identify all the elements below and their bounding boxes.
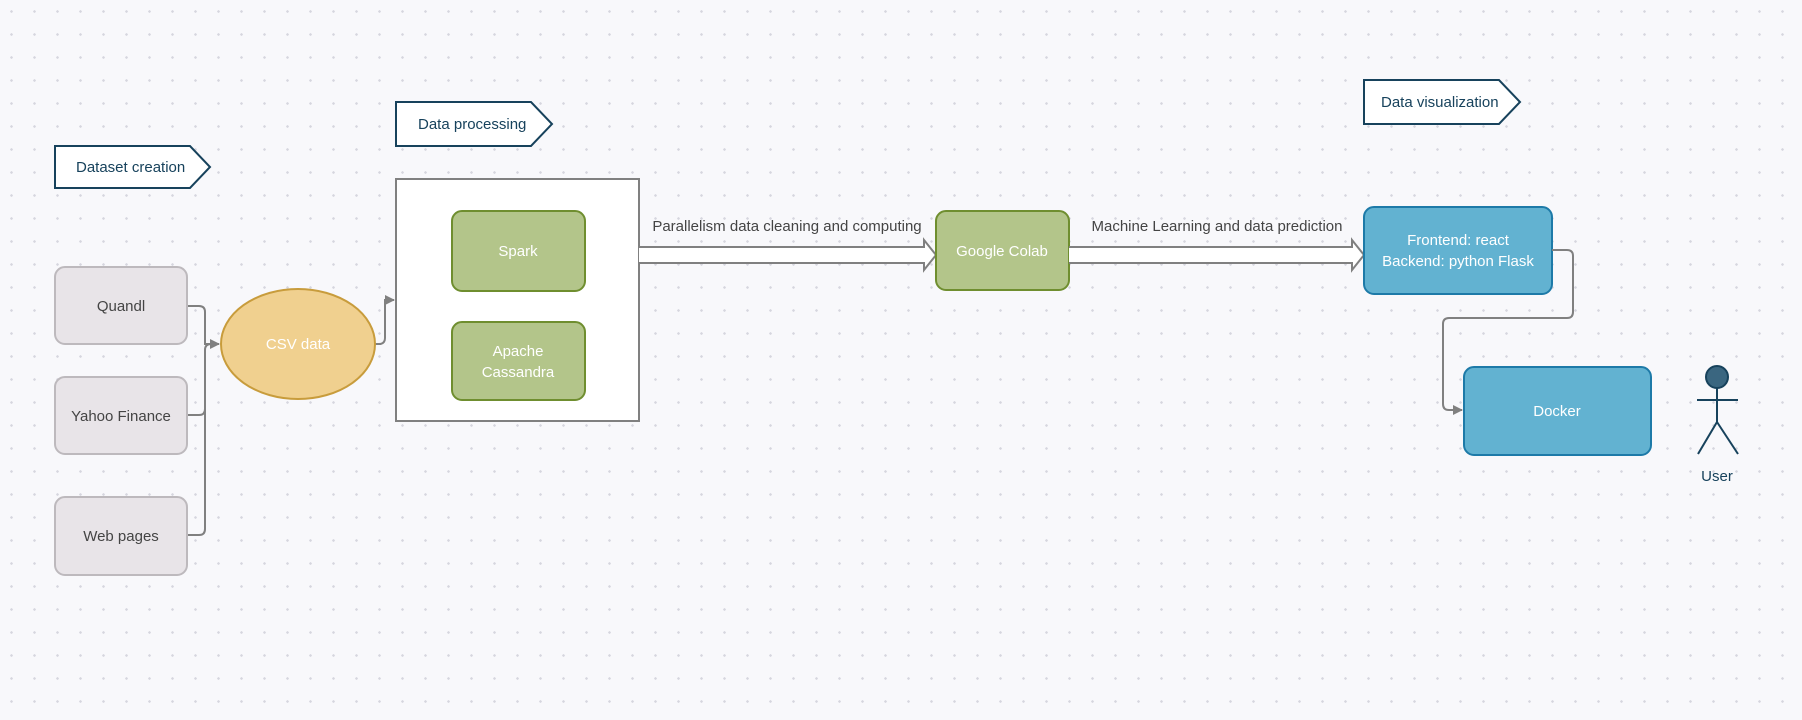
connector-web-csv — [187, 350, 206, 536]
cassandra-node[interactable]: Apache Cassandra — [451, 321, 586, 401]
source-web-pages[interactable]: Web pages — [54, 496, 188, 576]
spark-node[interactable]: Spark — [451, 210, 586, 292]
connector-yahoo-csv — [187, 343, 212, 416]
connector-quandl-csv — [187, 305, 220, 349]
source-label: Web pages — [83, 528, 159, 545]
edge-label: Parallelism data cleaning and computing — [652, 218, 921, 235]
architecture-diagram: Dataset creation Data processing Data vi… — [54, 79, 1739, 576]
docker-label: Docker — [1533, 403, 1581, 420]
source-label: Quandl — [97, 298, 145, 315]
stage-label: Data processing — [418, 116, 526, 133]
backend-label: Backend: python Flask — [1382, 253, 1534, 270]
arrow-processing-to-colab: Parallelism data cleaning and computing — [639, 218, 938, 273]
source-label: Yahoo Finance — [71, 408, 171, 425]
stage-tag-data-processing[interactable]: Data processing — [395, 101, 554, 147]
frontend-label: Frontend: react — [1407, 232, 1510, 249]
source-quandl[interactable]: Quandl — [54, 266, 188, 345]
user-label: User — [1701, 468, 1733, 485]
connector-csv-processing — [375, 295, 395, 345]
stage-label: Data visualization — [1381, 94, 1499, 111]
cassandra-label-2: Cassandra — [482, 364, 555, 381]
frontend-backend-node[interactable]: Frontend: react Backend: python Flask — [1363, 206, 1553, 295]
csv-data-node[interactable]: CSV data — [220, 288, 376, 400]
stage-label: Dataset creation — [76, 159, 185, 176]
google-colab-node[interactable]: Google Colab — [935, 210, 1070, 291]
cassandra-label-1: Apache — [493, 343, 544, 360]
colab-label: Google Colab — [956, 243, 1048, 260]
spark-label: Spark — [498, 243, 538, 260]
csv-label: CSV data — [266, 336, 331, 353]
edge-label: Machine Learning and data prediction — [1091, 218, 1342, 235]
source-yahoo-finance[interactable]: Yahoo Finance — [54, 376, 188, 455]
user-actor-icon[interactable] — [1697, 365, 1739, 455]
stage-tag-dataset-creation[interactable]: Dataset creation — [54, 145, 212, 189]
stage-tag-data-visualization[interactable]: Data visualization — [1363, 79, 1522, 125]
arrow-colab-to-frontend: Machine Learning and data prediction — [1069, 218, 1366, 273]
docker-node[interactable]: Docker — [1463, 366, 1652, 456]
